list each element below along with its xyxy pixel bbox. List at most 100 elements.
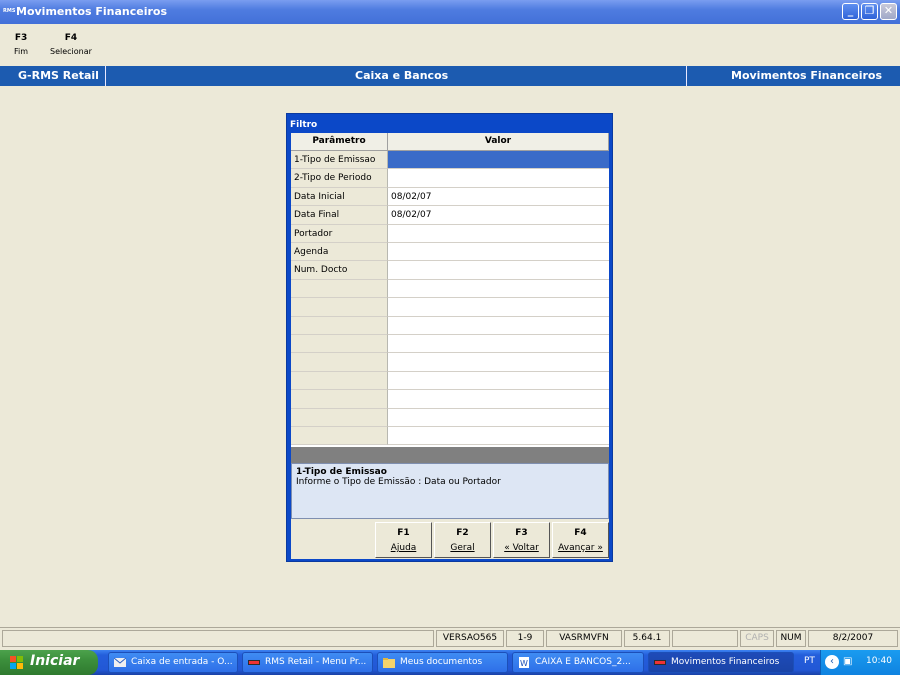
header-band: G-RMS Retail Caixa e Bancos Movimentos F…	[0, 66, 900, 86]
start-label: Iniciar	[30, 653, 80, 669]
taskbar-item-rms-menu[interactable]: RMS Retail - Menu Pr...	[242, 652, 373, 673]
close-button[interactable]: ✕	[880, 3, 897, 20]
value-cell[interactable]	[388, 151, 609, 170]
status-num: NUM	[776, 630, 806, 647]
rms-app-icon	[654, 660, 666, 665]
button-label: Avançar »	[558, 543, 603, 553]
status-page: 1-9	[506, 630, 544, 647]
window-title-bar[interactable]: RMS Movimentos Financeiros _ ❐ ✕	[0, 0, 900, 24]
header-screen: Movimentos Financeiros	[731, 69, 883, 82]
taskbar-item-label: CAIXA E BANCOS_2...	[535, 657, 631, 667]
window-title: Movimentos Financeiros	[16, 5, 168, 18]
status-message	[2, 630, 434, 647]
empty-row	[291, 279, 609, 299]
param-cell: Portador	[291, 224, 388, 243]
status-bar: VERSAO565 1-9 VASRMVFN 5.64.1 CAPS NUM 8…	[0, 627, 900, 648]
dialog-button-bar: F1 Ajuda F2 Geral F3 « Voltar F4 Avançar…	[291, 519, 609, 559]
empty-row	[291, 390, 609, 409]
help-text: Informe o Tipo de Emissão : Data ou Port…	[296, 477, 501, 487]
status-version: VERSAO565	[436, 630, 504, 647]
status-date: 8/2/2007	[808, 630, 898, 647]
grid-row[interactable]: 1-Tipo de Emissao	[291, 151, 609, 170]
taskbar-item-documents[interactable]: Meus documentos	[377, 652, 508, 673]
tray-arrow-icon[interactable]: ‹	[825, 655, 839, 669]
button-key: F3	[515, 528, 528, 538]
column-header-valor[interactable]: Valor	[388, 133, 609, 151]
param-cell: 2-Tipo de Periodo	[291, 169, 388, 188]
grid-row[interactable]: 2-Tipo de Periodo	[291, 169, 609, 188]
empty-row	[291, 316, 609, 335]
taskbar-item-movimentos[interactable]: Movimentos Financeiros	[648, 652, 794, 673]
header-app-name: G-RMS Retail	[18, 69, 99, 82]
grid-row[interactable]: Data Final 08/02/07	[291, 206, 609, 225]
button-label: Ajuda	[390, 543, 417, 553]
param-cell: Data Final	[291, 206, 388, 225]
folder-icon	[383, 658, 395, 668]
svg-text:W: W	[520, 659, 528, 668]
rms-app-icon	[248, 660, 260, 665]
system-tray: ‹ ▣ 10:40	[820, 650, 900, 675]
button-key: F1	[397, 528, 410, 538]
empty-row	[291, 408, 609, 427]
geral-button[interactable]: F2 Geral	[434, 522, 491, 558]
taskbar-item-label: Movimentos Financeiros	[671, 657, 780, 667]
word-document-icon: W	[519, 657, 529, 668]
value-cell[interactable]	[388, 225, 609, 243]
network-icon[interactable]: ▣	[843, 656, 852, 667]
windows-flag-icon	[10, 656, 23, 669]
empty-row	[291, 335, 609, 354]
value-cell[interactable]	[388, 261, 609, 280]
restore-button[interactable]: ❐	[861, 3, 878, 20]
clock[interactable]: 10:40	[866, 656, 892, 666]
avancar-button[interactable]: F4 Avançar »	[552, 522, 609, 558]
param-cell: Data Inicial	[291, 187, 388, 207]
start-button[interactable]: Iniciar	[0, 650, 98, 675]
mail-icon	[114, 657, 126, 667]
taskbar-item-word-doc[interactable]: W CAIXA E BANCOS_2...	[512, 652, 644, 673]
grid-row[interactable]: Num. Docto	[291, 261, 609, 280]
fkey-label: Selecionar	[50, 47, 92, 56]
grid-row[interactable]: Portador	[291, 224, 609, 243]
value-cell[interactable]	[388, 169, 609, 188]
header-module: Caixa e Bancos	[355, 69, 449, 82]
param-cell: Num. Docto	[291, 261, 388, 280]
taskbar-item-label: Meus documentos	[400, 657, 483, 667]
empty-row	[291, 353, 609, 372]
grid-row[interactable]: Data Inicial 08/02/07	[291, 187, 609, 207]
help-title: 1-Tipo de Emissao	[296, 467, 387, 477]
status-empty	[672, 630, 738, 647]
fkey-key: F4	[64, 33, 78, 43]
empty-row	[291, 427, 609, 446]
voltar-button[interactable]: F3 « Voltar	[493, 522, 550, 558]
fkey-selecionar[interactable]: F4 Selecionar	[50, 33, 92, 56]
fkey-fim[interactable]: F3 Fim	[14, 33, 28, 56]
minimize-button[interactable]: _	[842, 3, 859, 20]
button-label: « Voltar	[504, 543, 539, 553]
language-indicator[interactable]: PT	[804, 656, 815, 666]
help-panel: 1-Tipo de Emissao Informe o Tipo de Emis…	[291, 463, 609, 519]
value-cell[interactable]	[388, 243, 609, 262]
dialog-title: Filtro	[290, 120, 318, 130]
fkey-label: Fim	[14, 47, 29, 56]
parameter-grid: Parâmetro Valor 1-Tipo de Emissao 2-Tipo…	[291, 133, 609, 447]
grid-scroll-footer	[291, 447, 609, 463]
taskbar: Iniciar Caixa de entrada - O... RMS Reta…	[0, 650, 900, 675]
empty-row	[291, 371, 609, 391]
status-program: VASRMVFN	[546, 630, 622, 647]
taskbar-item-outlook[interactable]: Caixa de entrada - O...	[108, 652, 238, 673]
param-cell: 1-Tipo de Emissao	[291, 151, 388, 170]
param-cell: Agenda	[291, 243, 388, 262]
taskbar-item-label: Caixa de entrada - O...	[131, 657, 233, 667]
button-label: Geral	[450, 543, 475, 553]
fkey-key: F3	[14, 33, 28, 43]
filter-dialog: Filtro Parâmetro Valor 1-Tipo de Emissao…	[286, 113, 613, 562]
button-key: F4	[574, 528, 587, 538]
value-cell[interactable]: 08/02/07	[388, 206, 609, 225]
column-header-parametro[interactable]: Parâmetro	[291, 133, 388, 151]
ajuda-button[interactable]: F1 Ajuda	[375, 522, 432, 558]
value-cell[interactable]: 08/02/07	[388, 188, 609, 207]
grid-row[interactable]: Agenda	[291, 243, 609, 262]
taskbar-item-label: RMS Retail - Menu Pr...	[265, 657, 367, 667]
button-key: F2	[456, 528, 469, 538]
app-logo-icon: RMS	[3, 8, 16, 14]
